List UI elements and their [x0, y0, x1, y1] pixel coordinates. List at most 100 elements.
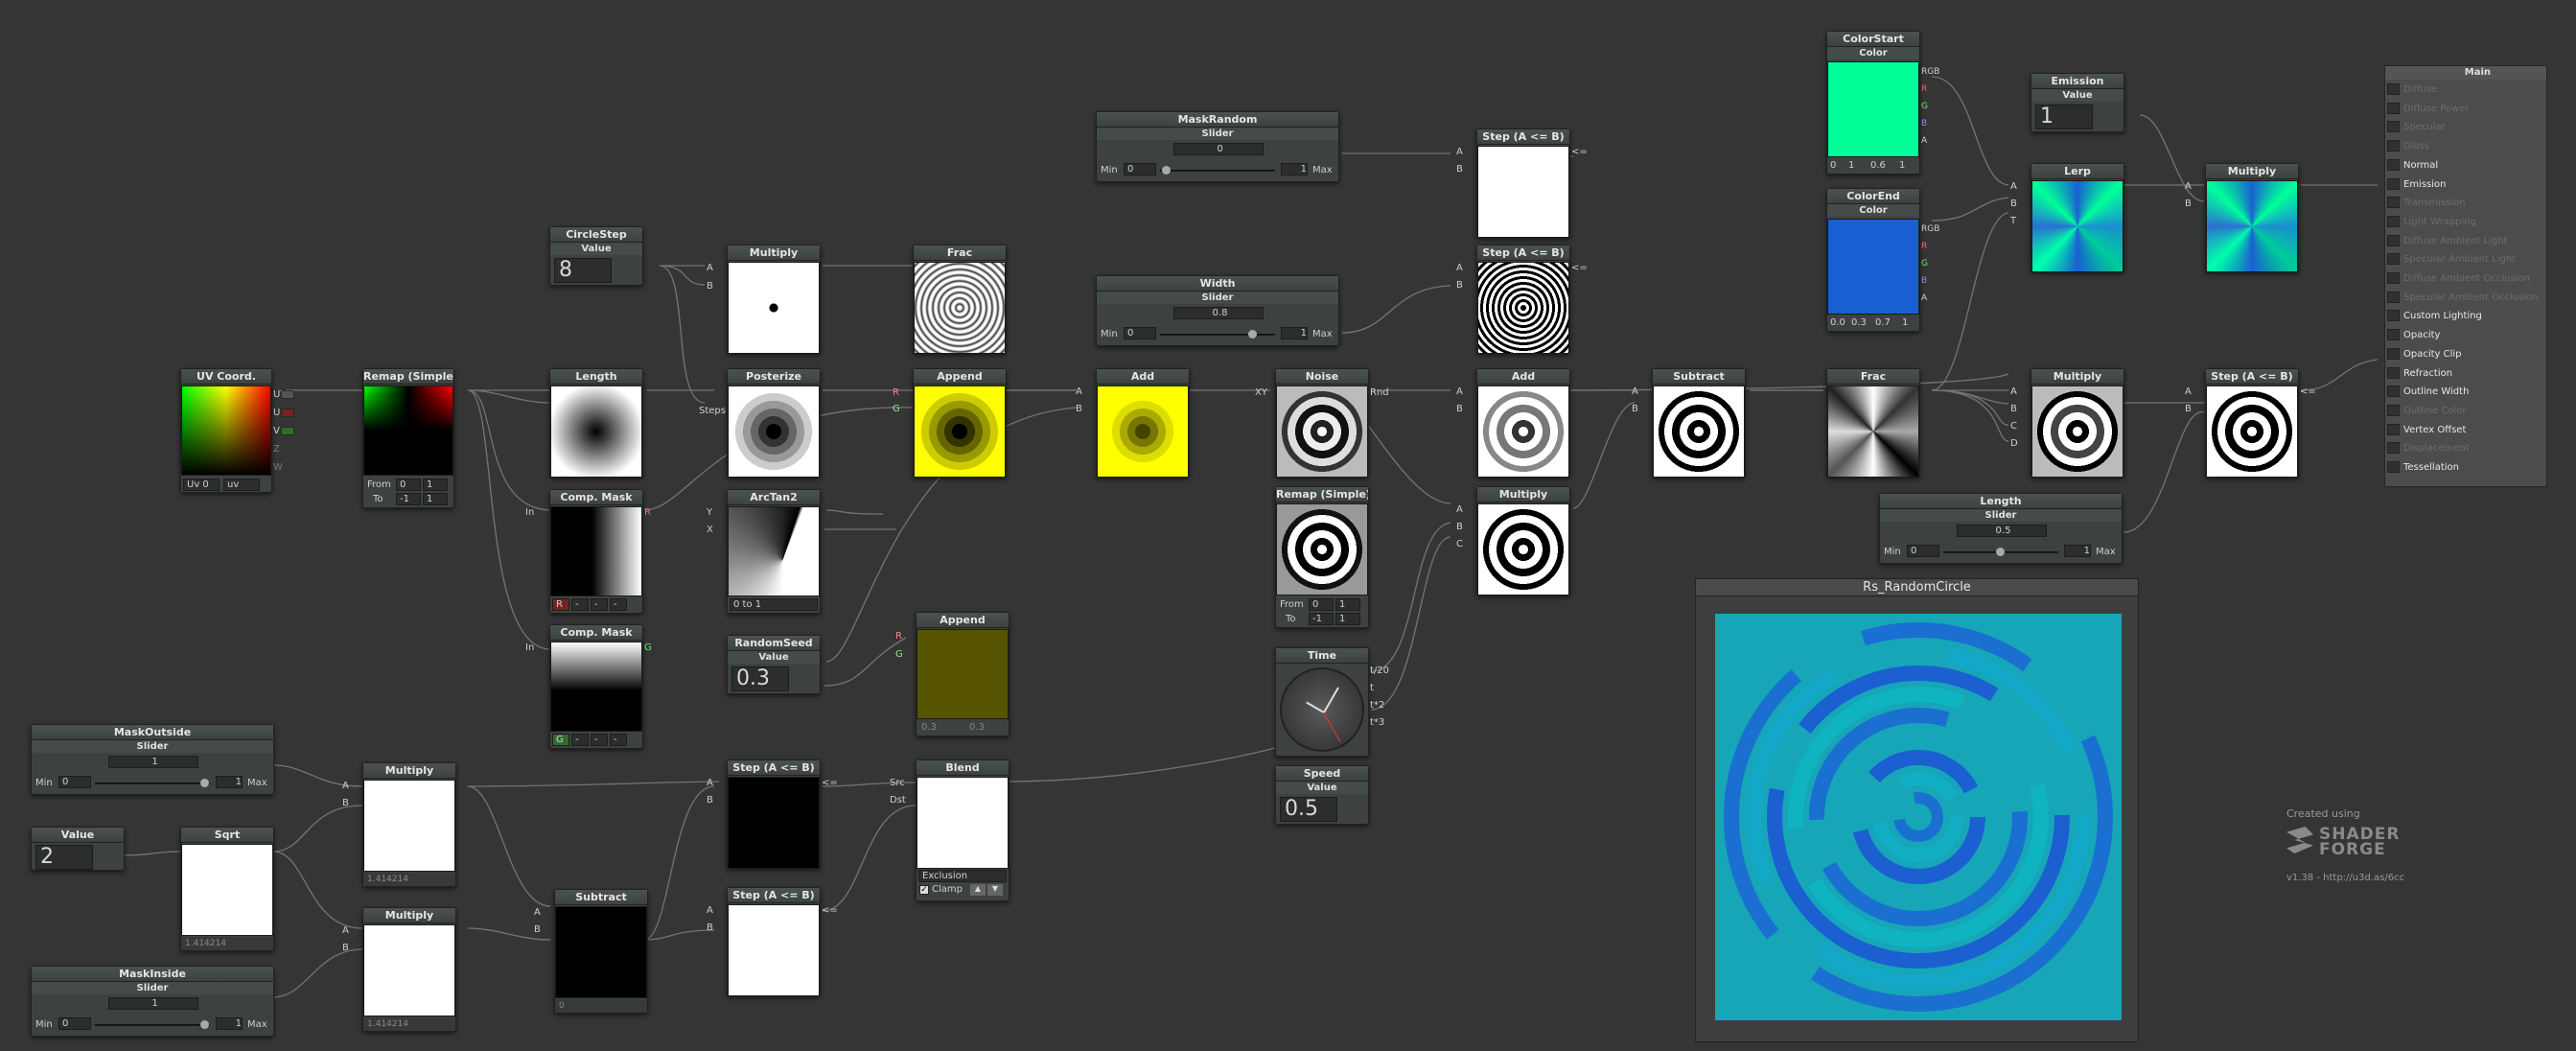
- pin-b[interactable]: B: [2010, 199, 2030, 210]
- speed-node[interactable]: Speed Value 0.5: [1275, 765, 1369, 825]
- randomseed-value-field[interactable]: 0.3: [731, 666, 789, 691]
- subtract-node-1[interactable]: Subtract A B: [1632, 368, 1746, 478]
- pin-a[interactable]: A: [2185, 181, 2204, 193]
- width-slider-node[interactable]: Width Slider 0.8 Min 0 1 Max: [1096, 275, 1339, 346]
- lerp-node[interactable]: Lerp A B T: [2010, 163, 2124, 272]
- out-rgb[interactable]: RGB: [1921, 223, 1946, 235]
- main-input-diffuse[interactable]: Diffuse: [2387, 83, 2437, 97]
- slider-value-field[interactable]: 1: [108, 756, 198, 768]
- min-field[interactable]: 0: [58, 1017, 91, 1030]
- length-slider-node[interactable]: Length Slider 0.5 Min 0 1 Max: [1879, 493, 2123, 564]
- arctan-mode-dropdown[interactable]: 0 to 1: [730, 598, 818, 611]
- color-a-value[interactable]: 1: [1899, 160, 1905, 171]
- multiply-node-3[interactable]: Multiply A B: [2185, 163, 2299, 272]
- channel-3[interactable]: -: [591, 598, 608, 611]
- pin-r[interactable]: R: [893, 387, 912, 399]
- main-input-normal[interactable]: Normal: [2387, 158, 2438, 173]
- multiply-node-6[interactable]: Multiply A B 1.414214: [342, 907, 456, 1032]
- main-input-specular[interactable]: Specular: [2387, 121, 2446, 134]
- main-output-panel[interactable]: Main Diffuse Diffuse Power Specular Gloss No…: [2384, 65, 2547, 487]
- uv-channel-field[interactable]: Uv 0: [183, 479, 220, 491]
- color-g-value[interactable]: 1: [1848, 160, 1854, 171]
- value-node[interactable]: Value 2: [31, 827, 125, 871]
- from-max-field[interactable]: 1: [1335, 598, 1360, 611]
- main-input-opacity-clip[interactable]: Opacity Clip: [2387, 347, 2462, 362]
- pin-a[interactable]: A: [1456, 263, 1475, 274]
- component-mask-node-2[interactable]: Comp. Mask In G G - - -: [525, 624, 652, 749]
- move-down-icon[interactable]: ▼: [987, 884, 1003, 896]
- main-input-tessellation[interactable]: Tessellation: [2387, 461, 2459, 475]
- from-min-field[interactable]: 0: [396, 479, 421, 491]
- out-r[interactable]: R: [1921, 83, 1946, 95]
- posterize-node[interactable]: Posterize Steps: [699, 368, 821, 478]
- pin-b[interactable]: B: [342, 798, 361, 809]
- main-input-socket[interactable]: [2387, 385, 2400, 398]
- max-field[interactable]: 1: [1281, 163, 1308, 175]
- pin-b[interactable]: B: [342, 943, 361, 954]
- main-input-socket[interactable]: [2387, 404, 2400, 416]
- step-node-2[interactable]: Step (A <= B) A B <=: [1456, 245, 1588, 354]
- time-node[interactable]: Time t/20 t t*2 t*3: [1275, 647, 1389, 757]
- color-b-value[interactable]: 0.6: [1870, 160, 1886, 171]
- node-canvas[interactable]: UV Coord. Uv 0 uv UV U V Z W Remap (Simp…: [0, 0, 2576, 1051]
- component-mask-node-1[interactable]: Comp. Mask In R R - - -: [525, 489, 651, 614]
- channel-2[interactable]: -: [571, 734, 589, 746]
- slider-value-field[interactable]: 1: [108, 997, 198, 1010]
- pin-a[interactable]: A: [1456, 504, 1475, 516]
- main-input-diffuse-ambient-light[interactable]: Diffuse Ambient Light: [2387, 234, 2508, 248]
- pin-b[interactable]: B: [707, 281, 726, 292]
- colorstart-node[interactable]: ColorStart Color 0 1 0.6 1 RGB R G B A: [1826, 31, 1939, 175]
- main-input-socket[interactable]: [2387, 140, 2400, 152]
- length-node[interactable]: Length: [549, 368, 643, 478]
- main-input-displacement[interactable]: Displacement: [2387, 442, 2470, 455]
- color-b-value[interactable]: 0.7: [1875, 317, 1891, 328]
- out-g[interactable]: G: [644, 642, 669, 654]
- subtract-node-2[interactable]: Subtract A B 0: [534, 889, 648, 1014]
- main-input-specular-ambient-light[interactable]: Specular Ambient Light: [2387, 253, 2516, 267]
- out-rgb[interactable]: RGB: [1921, 66, 1946, 78]
- circlestep-value-field[interactable]: 8: [554, 258, 612, 283]
- pin-b[interactable]: B: [2185, 199, 2204, 210]
- out-r[interactable]: R: [1921, 241, 1946, 252]
- pin-a[interactable]: A: [342, 925, 361, 937]
- frac-node-2[interactable]: Frac: [1826, 368, 1920, 478]
- step-node-3[interactable]: Step (A <= B) A B <=: [2185, 368, 2316, 478]
- main-input-socket[interactable]: [2387, 291, 2400, 303]
- pin-a[interactable]: A: [2010, 386, 2030, 398]
- color-r-value[interactable]: 0.0: [1830, 317, 1845, 328]
- pin-c[interactable]: C: [2010, 421, 2030, 432]
- out-rnd[interactable]: Rnd: [1370, 387, 1395, 399]
- out-le[interactable]: <=: [1571, 147, 1596, 158]
- main-input-socket[interactable]: [2387, 102, 2400, 114]
- main-input-socket[interactable]: [2387, 234, 2400, 246]
- pin-a[interactable]: A: [1076, 386, 1095, 398]
- emission-node[interactable]: Emission Value 1: [2031, 73, 2124, 132]
- slider-track[interactable]: [1160, 330, 1275, 339]
- maskoutside-slider-node[interactable]: MaskOutside Slider 1 Min 0 1 Max: [31, 724, 274, 795]
- remap-simple-node[interactable]: Remap (Simple) From 0 1 To -1 1: [362, 368, 454, 508]
- move-up-icon[interactable]: ▲: [970, 884, 986, 896]
- max-field[interactable]: 1: [216, 776, 243, 788]
- emission-value-field[interactable]: 1: [2035, 105, 2093, 129]
- main-input-outline-color[interactable]: Outline Color: [2387, 404, 2466, 418]
- pin-b[interactable]: B: [707, 923, 726, 934]
- main-input-emission[interactable]: Emission: [2387, 177, 2447, 192]
- out-w[interactable]: W: [273, 462, 298, 474]
- append-node-1[interactable]: Append R G: [893, 368, 1007, 478]
- main-input-socket[interactable]: [2387, 177, 2400, 190]
- main-input-vertex-offset[interactable]: Vertex Offset: [2387, 423, 2466, 437]
- pin-steps[interactable]: Steps: [699, 406, 728, 417]
- main-input-socket[interactable]: [2387, 215, 2400, 227]
- pin-in[interactable]: In: [525, 507, 545, 519]
- step-node-5[interactable]: Step (A <= B) A B <=: [707, 887, 838, 996]
- socket-uv[interactable]: [281, 390, 294, 399]
- channel-g[interactable]: G: [552, 734, 569, 746]
- value-field[interactable]: 2: [35, 845, 93, 870]
- slider-thumb[interactable]: [200, 779, 209, 787]
- out-b[interactable]: B: [1921, 275, 1946, 287]
- main-input-diffuse-power[interactable]: Diffuse Power: [2387, 102, 2469, 116]
- pin-b[interactable]: B: [1456, 164, 1475, 175]
- multiply-node-2[interactable]: Multiply A B C: [1456, 486, 1570, 596]
- out-le[interactable]: <=: [1571, 263, 1596, 274]
- uv-mode-field[interactable]: uv: [223, 479, 260, 491]
